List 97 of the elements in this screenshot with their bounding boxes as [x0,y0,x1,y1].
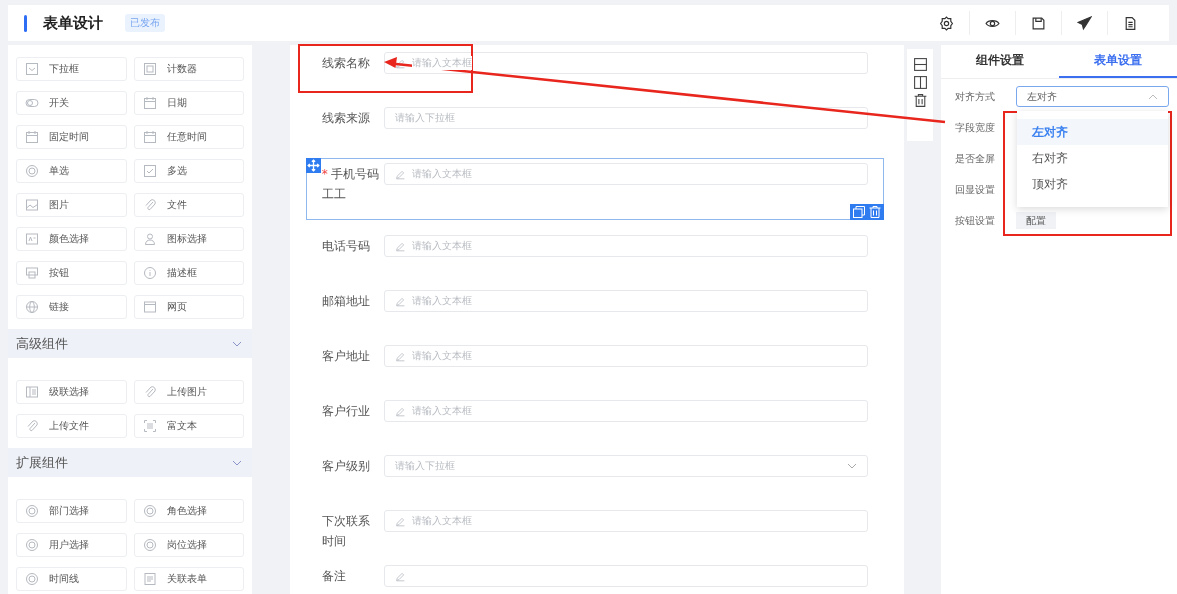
component-item[interactable]: 部门选择 [16,499,127,523]
component-item[interactable]: 网页 [134,295,244,319]
text-frame-icon [143,419,157,433]
image-icon [25,198,39,212]
dropdown-option[interactable]: 右对齐 [1017,145,1169,171]
radio-icon [25,538,39,552]
component-item[interactable]: 链接 [16,295,127,319]
move-handle-icon[interactable] [305,158,321,173]
delete-icon [912,93,928,108]
paperclip-icon [25,419,39,433]
pencil-icon [394,295,406,307]
pencil-icon [394,240,406,252]
component-item[interactable]: 颜色选择 [16,227,127,251]
document-icon [143,572,157,586]
window-icon [143,300,157,314]
field-label: 邮箱地址 [321,293,371,310]
component-item[interactable]: 上传文件 [16,414,127,438]
component-item[interactable]: 图片 [16,193,127,217]
component-item[interactable]: 下拉框 [16,57,127,81]
pencil-icon [394,168,406,180]
field-label: 客户级别 [321,458,371,475]
pencil-icon [394,350,406,362]
checkbox-icon [25,62,39,76]
rows-layout-icon [912,57,928,72]
field-label: 客户行业 [321,403,371,420]
settings-tab[interactable]: 表单设置 [1059,45,1177,78]
setting-label: 字段宽度 [955,120,997,135]
calendar-icon [143,130,157,144]
pencil-icon [394,57,406,69]
status-tag: 已发布 [125,14,165,32]
component-item[interactable]: 岗位选择 [134,533,244,557]
config-button[interactable]: 配置 [1016,212,1057,229]
field-label: 线索来源 [321,110,371,127]
paperclip-icon [143,385,157,399]
checkbox-icon [143,164,157,178]
dropdown-option[interactable]: 顶对齐 [1017,171,1169,197]
component-item[interactable]: 计数器 [134,57,244,81]
person-icon [143,232,157,246]
radio-icon [25,572,39,586]
radio-icon [25,504,39,518]
counter-icon [143,62,157,76]
component-item[interactable]: 级联选择 [16,380,127,404]
component-item[interactable]: 单选 [16,159,127,183]
radio-icon [143,504,157,518]
setting-label: 是否全屏 [955,151,997,166]
field-label: 电话号码 [321,238,371,255]
calendar-icon [143,96,157,110]
color-card-icon [25,232,39,246]
component-item[interactable]: 多选 [134,159,244,183]
setting-label: 回显设置 [955,182,997,197]
section-header[interactable]: 扩展组件 [8,448,252,477]
calendar-icon [25,130,39,144]
radio-icon [143,538,157,552]
section-header[interactable]: 高级组件 [8,329,252,358]
setting-label: 按钮设置 [955,213,997,228]
pencil-icon [394,515,406,527]
paperclip-icon [143,198,157,212]
component-item[interactable]: 时间线 [16,567,127,591]
settings-tab[interactable]: 组件设置 [941,45,1060,78]
component-item[interactable]: 图标选择 [134,227,244,251]
copy-icon[interactable] [852,205,867,219]
component-item[interactable]: 富文本 [134,414,244,438]
component-item[interactable]: 固定时间 [16,125,127,149]
field-label: 客户地址 [321,348,371,365]
pencil-icon [394,570,406,582]
component-item[interactable]: 上传图片 [134,380,244,404]
pencil-icon [394,405,406,417]
text-field[interactable] [383,565,869,587]
section-title: 扩展组件 [16,453,68,472]
dropdown-option[interactable]: 左对齐 [1017,119,1169,145]
field-label: * 手机号码 [321,166,380,183]
radio-icon [25,164,39,178]
columns-layout-icon [912,75,928,90]
page-title: 表单设计 [43,13,103,33]
component-item[interactable]: 角色选择 [134,499,244,523]
delete-icon[interactable] [868,205,883,219]
chevron-icon [847,463,858,469]
component-item[interactable]: 用户选择 [16,533,127,557]
select-field[interactable]: 左对齐 [1016,86,1169,107]
component-item[interactable]: 关联表单 [134,567,244,591]
component-item[interactable]: 任意时间 [134,125,244,149]
field-label: 下次联系时间 [321,513,371,550]
setting-label: 对齐方式 [955,89,997,104]
field-label: 线索名称 [321,55,371,72]
section-title: 高级组件 [16,334,68,353]
component-item[interactable]: 描述框 [134,261,244,285]
component-item[interactable]: 文件 [134,193,244,217]
list-icon [25,385,39,399]
field-note: 工工 [321,186,347,203]
field-label: 备注 [321,568,347,585]
component-item[interactable]: 开关 [16,91,127,115]
component-item[interactable]: 日期 [134,91,244,115]
toggle-icon [25,96,39,110]
info-icon [143,266,157,280]
component-item[interactable]: 按钮 [16,261,127,285]
globe-icon [25,300,39,314]
button-icon [25,266,39,280]
